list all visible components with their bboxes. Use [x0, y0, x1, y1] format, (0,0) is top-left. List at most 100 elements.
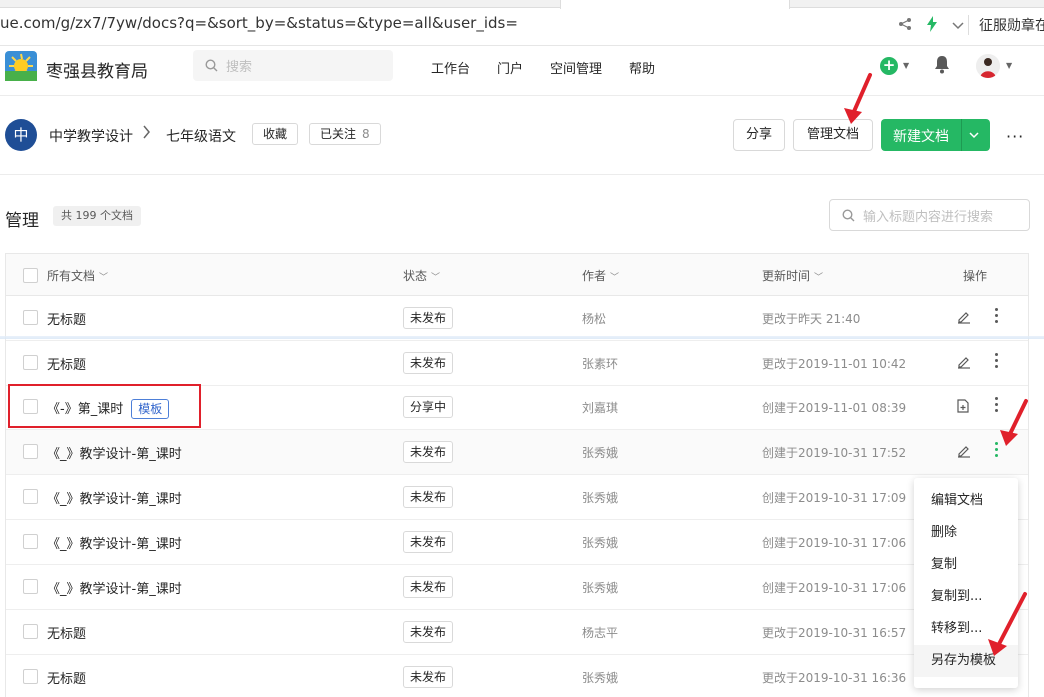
new-doc-dropdown-icon[interactable] [969, 125, 979, 142]
status-badge: 未发布 [403, 666, 454, 688]
scroll-divider [0, 336, 1044, 339]
edit-pencil-icon[interactable] [957, 310, 971, 328]
menu-item-copy-to[interactable]: 复制到... [914, 581, 1018, 613]
updated-time: 更改于昨天 21:40 [762, 312, 861, 326]
row-checkbox[interactable] [23, 310, 38, 325]
row-checkbox[interactable] [23, 534, 38, 549]
select-all-checkbox[interactable] [23, 268, 38, 283]
follow-button[interactable]: 已关注 8 [309, 123, 381, 145]
new-doc-label: 新建文档 [893, 129, 949, 145]
table-row[interactable]: 无标题 未发布 张秀娥 更改于2019-10-31 16:36 [6, 655, 1028, 697]
nav-item-portal[interactable]: 门户 [497, 58, 523, 77]
doc-title-link[interactable]: 无标题 [47, 623, 86, 642]
edit-pencil-icon[interactable] [957, 355, 971, 373]
address-url[interactable]: ue.com/g/zx7/7yw/docs?q=&sort_by=&status… [0, 14, 518, 32]
lightning-icon[interactable] [926, 16, 938, 36]
updated-time: 更改于2019-10-31 16:36 [762, 671, 907, 685]
follow-label: 已关注 [320, 127, 357, 141]
breadcrumb-book[interactable]: 七年级语文 [166, 126, 236, 146]
doc-title-text: 无标题 [47, 358, 87, 373]
highlight-box [8, 384, 201, 428]
table-row[interactable]: 《_》教学设计-第_课时 未发布 张秀娥 创建于2019-10-31 17:06 [6, 565, 1028, 610]
doc-title-text: 无标题 [47, 672, 87, 687]
breadcrumb-group[interactable]: 中学教学设计 [49, 126, 133, 146]
table-row[interactable]: 无标题 未发布 杨松 更改于昨天 21:40 [6, 296, 1028, 341]
table-row[interactable]: 《_》教学设计-第_课时 未发布 张秀娥 创建于2019-10-31 17:06 [6, 520, 1028, 565]
more-vertical-icon[interactable] [990, 442, 1002, 462]
doc-title-text: 无标题 [47, 627, 87, 642]
bell-icon[interactable] [934, 55, 950, 78]
table-row[interactable]: 无标题 未发布 张素环 更改于2019-11-01 10:42 [6, 341, 1028, 386]
table-row[interactable]: 无标题 未发布 杨志平 更改于2019-10-31 16:57 [6, 610, 1028, 655]
row-checkbox[interactable] [23, 624, 38, 639]
table-row[interactable]: 《_》教学设计-第_课时 未发布 张秀娥 创建于2019-10-31 17:09 [6, 475, 1028, 520]
menu-item-delete[interactable]: 删除 [914, 517, 1018, 549]
doc-title-link[interactable]: 《_》教学设计-第_课时 [47, 443, 182, 462]
status-badge: 未发布 [403, 307, 454, 329]
row-context-menu: 编辑文档 删除 复制 复制到... 转移到... 另存为模板 [914, 478, 1018, 688]
updated-time: 更改于2019-11-01 10:42 [762, 357, 907, 371]
doc-title-link[interactable]: 《_》教学设计-第_课时 [47, 533, 182, 552]
doc-title-link[interactable]: 《_》教学设计-第_课时 [47, 488, 182, 507]
app-header: 枣强县教育局 搜索 工作台 门户 空间管理 帮助 + ▼ ▼ [0, 46, 1044, 96]
browser-active-tab[interactable] [560, 0, 790, 9]
row-checkbox[interactable] [23, 669, 38, 684]
share-button[interactable]: 分享 [733, 119, 785, 151]
global-search-input[interactable]: 搜索 [193, 50, 393, 81]
author-name: 张素环 [582, 357, 619, 371]
caret-down-icon[interactable]: ▼ [903, 61, 909, 70]
app-name[interactable]: 枣强县教育局 [46, 57, 148, 82]
row-checkbox[interactable] [23, 489, 38, 504]
doc-title-text: 《_》教学设计-第_课时 [47, 537, 182, 552]
space-avatar[interactable]: 中 [5, 119, 37, 151]
manage-docs-button[interactable]: 管理文档 [793, 119, 873, 151]
collect-button[interactable]: 收藏 [252, 123, 299, 145]
follow-count: 8 [362, 127, 370, 141]
author-name: 杨志平 [582, 626, 619, 640]
menu-item-move-to[interactable]: 转移到... [914, 613, 1018, 645]
more-vertical-icon[interactable] [990, 353, 1002, 373]
doc-title-text: 《_》教学设计-第_课时 [47, 492, 182, 507]
doc-title-link[interactable]: 《_》教学设计-第_课时 [47, 578, 182, 597]
browser-right-text[interactable]: 征服勋章在 [968, 15, 1044, 35]
row-checkbox[interactable] [23, 355, 38, 370]
row-checkbox[interactable] [23, 444, 38, 459]
user-avatar[interactable] [976, 54, 1000, 78]
menu-item-edit[interactable]: 编辑文档 [914, 485, 1018, 517]
book-toolbar: 中 中学教学设计 七年级语文 收藏 已关注 8 分享 管理文档 新建文档 ··· [0, 97, 1044, 175]
share-icon[interactable] [898, 17, 912, 35]
header-status[interactable]: 状态 ﹀ [403, 267, 440, 284]
doc-title-link[interactable]: 无标题 [47, 309, 86, 328]
new-doc-button[interactable]: 新建文档 [881, 119, 990, 151]
updated-time: 创建于2019-11-01 08:39 [762, 401, 907, 415]
updated-time: 创建于2019-10-31 17:06 [762, 536, 907, 550]
edit-pencil-icon[interactable] [957, 444, 971, 462]
app-logo-icon[interactable] [5, 51, 37, 81]
header-all-docs[interactable]: 所有文档 ﹀ [47, 267, 108, 284]
nav-item-workbench[interactable]: 工作台 [431, 58, 470, 77]
updated-time: 创建于2019-10-31 17:09 [762, 491, 907, 505]
status-badge: 未发布 [403, 486, 454, 508]
nav-item-help[interactable]: 帮助 [629, 58, 655, 77]
doc-title-link[interactable]: 无标题 [47, 668, 86, 687]
chevron-down-icon[interactable] [952, 18, 964, 34]
doc-title-link[interactable]: 无标题 [47, 354, 86, 373]
new-from-template-icon[interactable] [957, 399, 969, 417]
header-updated[interactable]: 更新时间 ﹀ [762, 267, 823, 284]
menu-item-save-as-template[interactable]: 另存为模板 [914, 645, 1018, 677]
status-badge: 未发布 [403, 441, 454, 463]
avatar-caret-icon[interactable]: ▼ [1006, 61, 1012, 70]
more-vertical-icon[interactable] [990, 397, 1002, 417]
more-vertical-icon[interactable] [990, 308, 1002, 328]
more-horizontal-icon[interactable]: ··· [1006, 127, 1024, 146]
table-row[interactable]: 《_》教学设计-第_课时 未发布 张秀娥 创建于2019-10-31 17:52 [6, 430, 1028, 475]
status-badge: 未发布 [403, 576, 454, 598]
menu-item-copy[interactable]: 复制 [914, 549, 1018, 581]
status-badge: 分享中 [403, 396, 454, 418]
row-checkbox[interactable] [23, 579, 38, 594]
page-title: 管理 [5, 211, 39, 231]
create-plus-button[interactable]: + [880, 57, 898, 75]
header-author[interactable]: 作者 ﹀ [582, 267, 619, 284]
nav-item-space-admin[interactable]: 空间管理 [550, 58, 602, 77]
doc-search-input[interactable]: 输入标题内容进行搜索 [829, 199, 1030, 231]
